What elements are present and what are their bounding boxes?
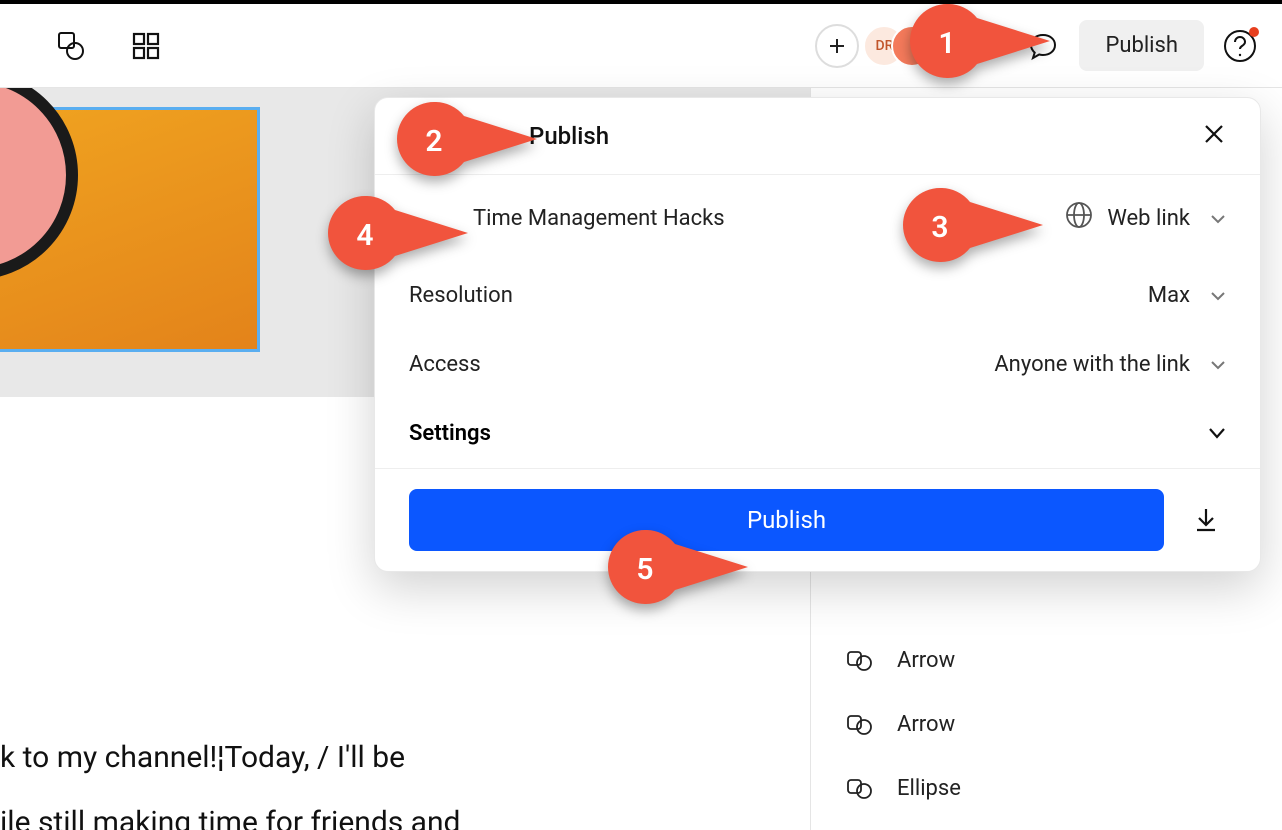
shape-tool-icon[interactable]: [52, 28, 88, 64]
layer-item[interactable]: Ellipse: [811, 756, 1282, 820]
close-button[interactable]: [1202, 122, 1226, 150]
globe-icon: [1065, 201, 1093, 235]
layer-item[interactable]: Arrow: [811, 628, 1282, 692]
chevron-down-icon: [1210, 352, 1226, 377]
access-row: Access Anyone with the link: [375, 330, 1260, 399]
layer-label: Arrow: [897, 712, 955, 737]
publish-button[interactable]: Publish: [1079, 20, 1204, 71]
top-toolbar: DR Publish: [0, 4, 1282, 88]
access-value: Anyone with the link: [994, 352, 1190, 377]
notification-dot-icon: [1249, 27, 1259, 37]
publish-primary-button[interactable]: Publish: [409, 489, 1164, 551]
file-destination-row: Time Management Hacks Web link: [375, 175, 1260, 261]
arrow-layer-icon: [847, 646, 875, 674]
layer-item[interactable]: Arrow: [811, 692, 1282, 756]
arrow-layer-icon: [847, 710, 875, 738]
publish-modal: Publish Time Management Hacks Web link R…: [374, 97, 1261, 572]
resolution-row: Resolution Max: [375, 261, 1260, 330]
resolution-value: Max: [1148, 283, 1190, 308]
avatar-cluster[interactable]: DR: [877, 25, 989, 67]
resolution-label: Resolution: [409, 283, 513, 308]
access-select[interactable]: Anyone with the link: [994, 352, 1226, 377]
publish-primary-label: Publish: [747, 506, 826, 534]
settings-label: Settings: [409, 421, 491, 446]
destination-value: Web link: [1107, 206, 1190, 231]
download-button[interactable]: [1186, 500, 1226, 540]
file-name: Time Management Hacks: [409, 206, 725, 231]
grid-view-icon[interactable]: [128, 28, 164, 64]
chevron-down-icon: [1210, 283, 1226, 308]
access-label: Access: [409, 352, 481, 377]
modal-title: Publish: [409, 122, 609, 150]
ellipse-layer-icon: [847, 774, 875, 802]
body-text-fragment: ile still making time for friends and: [0, 805, 460, 830]
destination-select[interactable]: Web link: [1065, 201, 1226, 235]
avatar[interactable]: [947, 25, 989, 67]
toolbar-left-group: [52, 28, 164, 64]
toolbar-right-group: DR Publish: [815, 20, 1258, 71]
resolution-select[interactable]: Max: [1148, 283, 1226, 308]
chevron-down-icon: [1208, 421, 1226, 446]
canvas-slide-thumbnail[interactable]: [0, 107, 260, 352]
layer-label: Arrow: [897, 648, 955, 673]
comments-icon[interactable]: [1025, 28, 1061, 64]
body-text-fragment: k to my channel!¦Today, / I'll be: [0, 740, 405, 775]
layer-label: Ellipse: [897, 776, 961, 801]
modal-header: Publish: [375, 98, 1260, 175]
clock-graphic: [0, 88, 78, 280]
add-collaborator-button[interactable]: [815, 24, 859, 68]
modal-footer: Publish: [375, 468, 1260, 571]
help-button[interactable]: [1222, 28, 1258, 64]
settings-row[interactable]: Settings: [375, 399, 1260, 468]
chevron-down-icon: [1210, 206, 1226, 231]
